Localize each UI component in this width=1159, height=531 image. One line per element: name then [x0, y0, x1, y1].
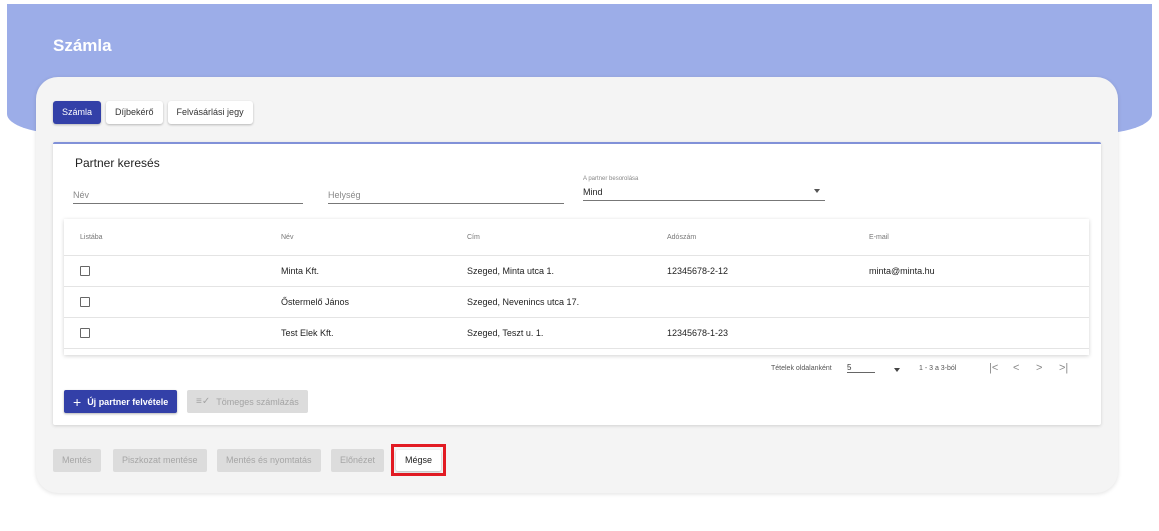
- items-per-page-label: Tételek oldalanként: [771, 365, 832, 372]
- table-header-row: Listába Név Cím Adószám E-mail: [64, 219, 1089, 256]
- list-check-icon: ≡✓: [196, 395, 211, 407]
- new-partner-button[interactable]: + Új partner felvétele: [64, 390, 178, 413]
- cell-checkbox: [80, 256, 90, 286]
- save-button: Mentés: [53, 449, 101, 472]
- bulk-invoice-button: ≡✓ Tömeges számlázás: [187, 390, 308, 413]
- tab-bar: Számla Díjbekérő Felvásárlási jegy: [53, 101, 253, 124]
- partner-table: Listába Név Cím Adószám E-mail Minta Kft…: [64, 219, 1089, 355]
- city-field: [328, 185, 564, 204]
- cell-name: Őstermelő János: [281, 297, 350, 307]
- bulk-invoice-label: Tömeges számlázás: [216, 396, 299, 407]
- plus-icon: +: [73, 393, 82, 410]
- classification-select[interactable]: [583, 185, 825, 201]
- row-checkbox[interactable]: [80, 297, 90, 307]
- header-adoszam: Adószám: [667, 233, 697, 241]
- header-cim: Cím: [467, 233, 480, 241]
- chevron-down-icon[interactable]: [894, 368, 900, 372]
- tab-felvasarlasi-jegy[interactable]: Felvásárlási jegy: [167, 101, 253, 124]
- next-page-button[interactable]: >: [1036, 362, 1042, 374]
- partner-search-panel: Partner keresés A partner besorolása Min…: [53, 142, 1101, 425]
- cancel-button[interactable]: Mégse: [396, 449, 441, 471]
- header-listaba: Listába: [80, 233, 103, 241]
- header-email: E-mail: [869, 233, 889, 241]
- name-input[interactable]: [73, 188, 303, 202]
- city-input[interactable]: [328, 188, 564, 202]
- cell-tax-id: 12345678-1-23: [667, 328, 729, 338]
- cell-name: Test Elek Kft.: [281, 328, 334, 338]
- name-field: [73, 185, 303, 204]
- table-row[interactable]: Őstermelő János Szeged, Nevenincs utca 1…: [64, 287, 1089, 318]
- last-page-button[interactable]: >|: [1059, 362, 1068, 374]
- table-row[interactable]: Minta Kft. Szeged, Minta utca 1. 1234567…: [64, 256, 1089, 287]
- save-draft-button: Piszkozat mentése: [113, 449, 207, 472]
- page-title: Számla: [53, 36, 112, 55]
- cell-name: Minta Kft.: [281, 266, 320, 276]
- cell-email: minta@minta.hu: [869, 266, 935, 276]
- prev-page-button[interactable]: <: [1013, 362, 1019, 374]
- cell-checkbox: [80, 287, 90, 317]
- row-checkbox[interactable]: [80, 328, 90, 338]
- page-size-select[interactable]: 5: [847, 363, 875, 373]
- preview-button: Előnézet: [331, 449, 385, 472]
- classification-label: A partner besorolása: [583, 176, 639, 182]
- row-checkbox[interactable]: [80, 266, 90, 276]
- tab-szamla[interactable]: Számla: [53, 101, 102, 124]
- cancel-button-highlight[interactable]: Mégse: [391, 444, 446, 476]
- cell-address: Szeged, Minta utca 1.: [467, 266, 555, 276]
- chevron-down-icon[interactable]: [814, 189, 820, 193]
- page-range: 1 - 3 a 3-ból: [919, 365, 957, 372]
- table-row[interactable]: Test Elek Kft. Szeged, Teszt u. 1. 12345…: [64, 318, 1089, 349]
- cell-address: Szeged, Teszt u. 1.: [467, 328, 544, 338]
- partner-search-title: Partner keresés: [75, 156, 160, 170]
- cell-checkbox: [80, 318, 90, 348]
- tab-dijbekero[interactable]: Díjbekérő: [106, 101, 163, 124]
- cell-address: Szeged, Nevenincs utca 17.: [467, 297, 580, 307]
- cell-tax-id: 12345678-2-12: [667, 266, 729, 276]
- save-print-button: Mentés és nyomtatás: [217, 449, 321, 472]
- new-partner-label: Új partner felvétele: [87, 396, 169, 407]
- first-page-button[interactable]: |<: [989, 362, 998, 374]
- classification-value: Mind: [583, 187, 603, 197]
- header-nev: Név: [281, 233, 294, 241]
- main-card: Számla Díjbekérő Felvásárlási jegy Partn…: [36, 77, 1118, 493]
